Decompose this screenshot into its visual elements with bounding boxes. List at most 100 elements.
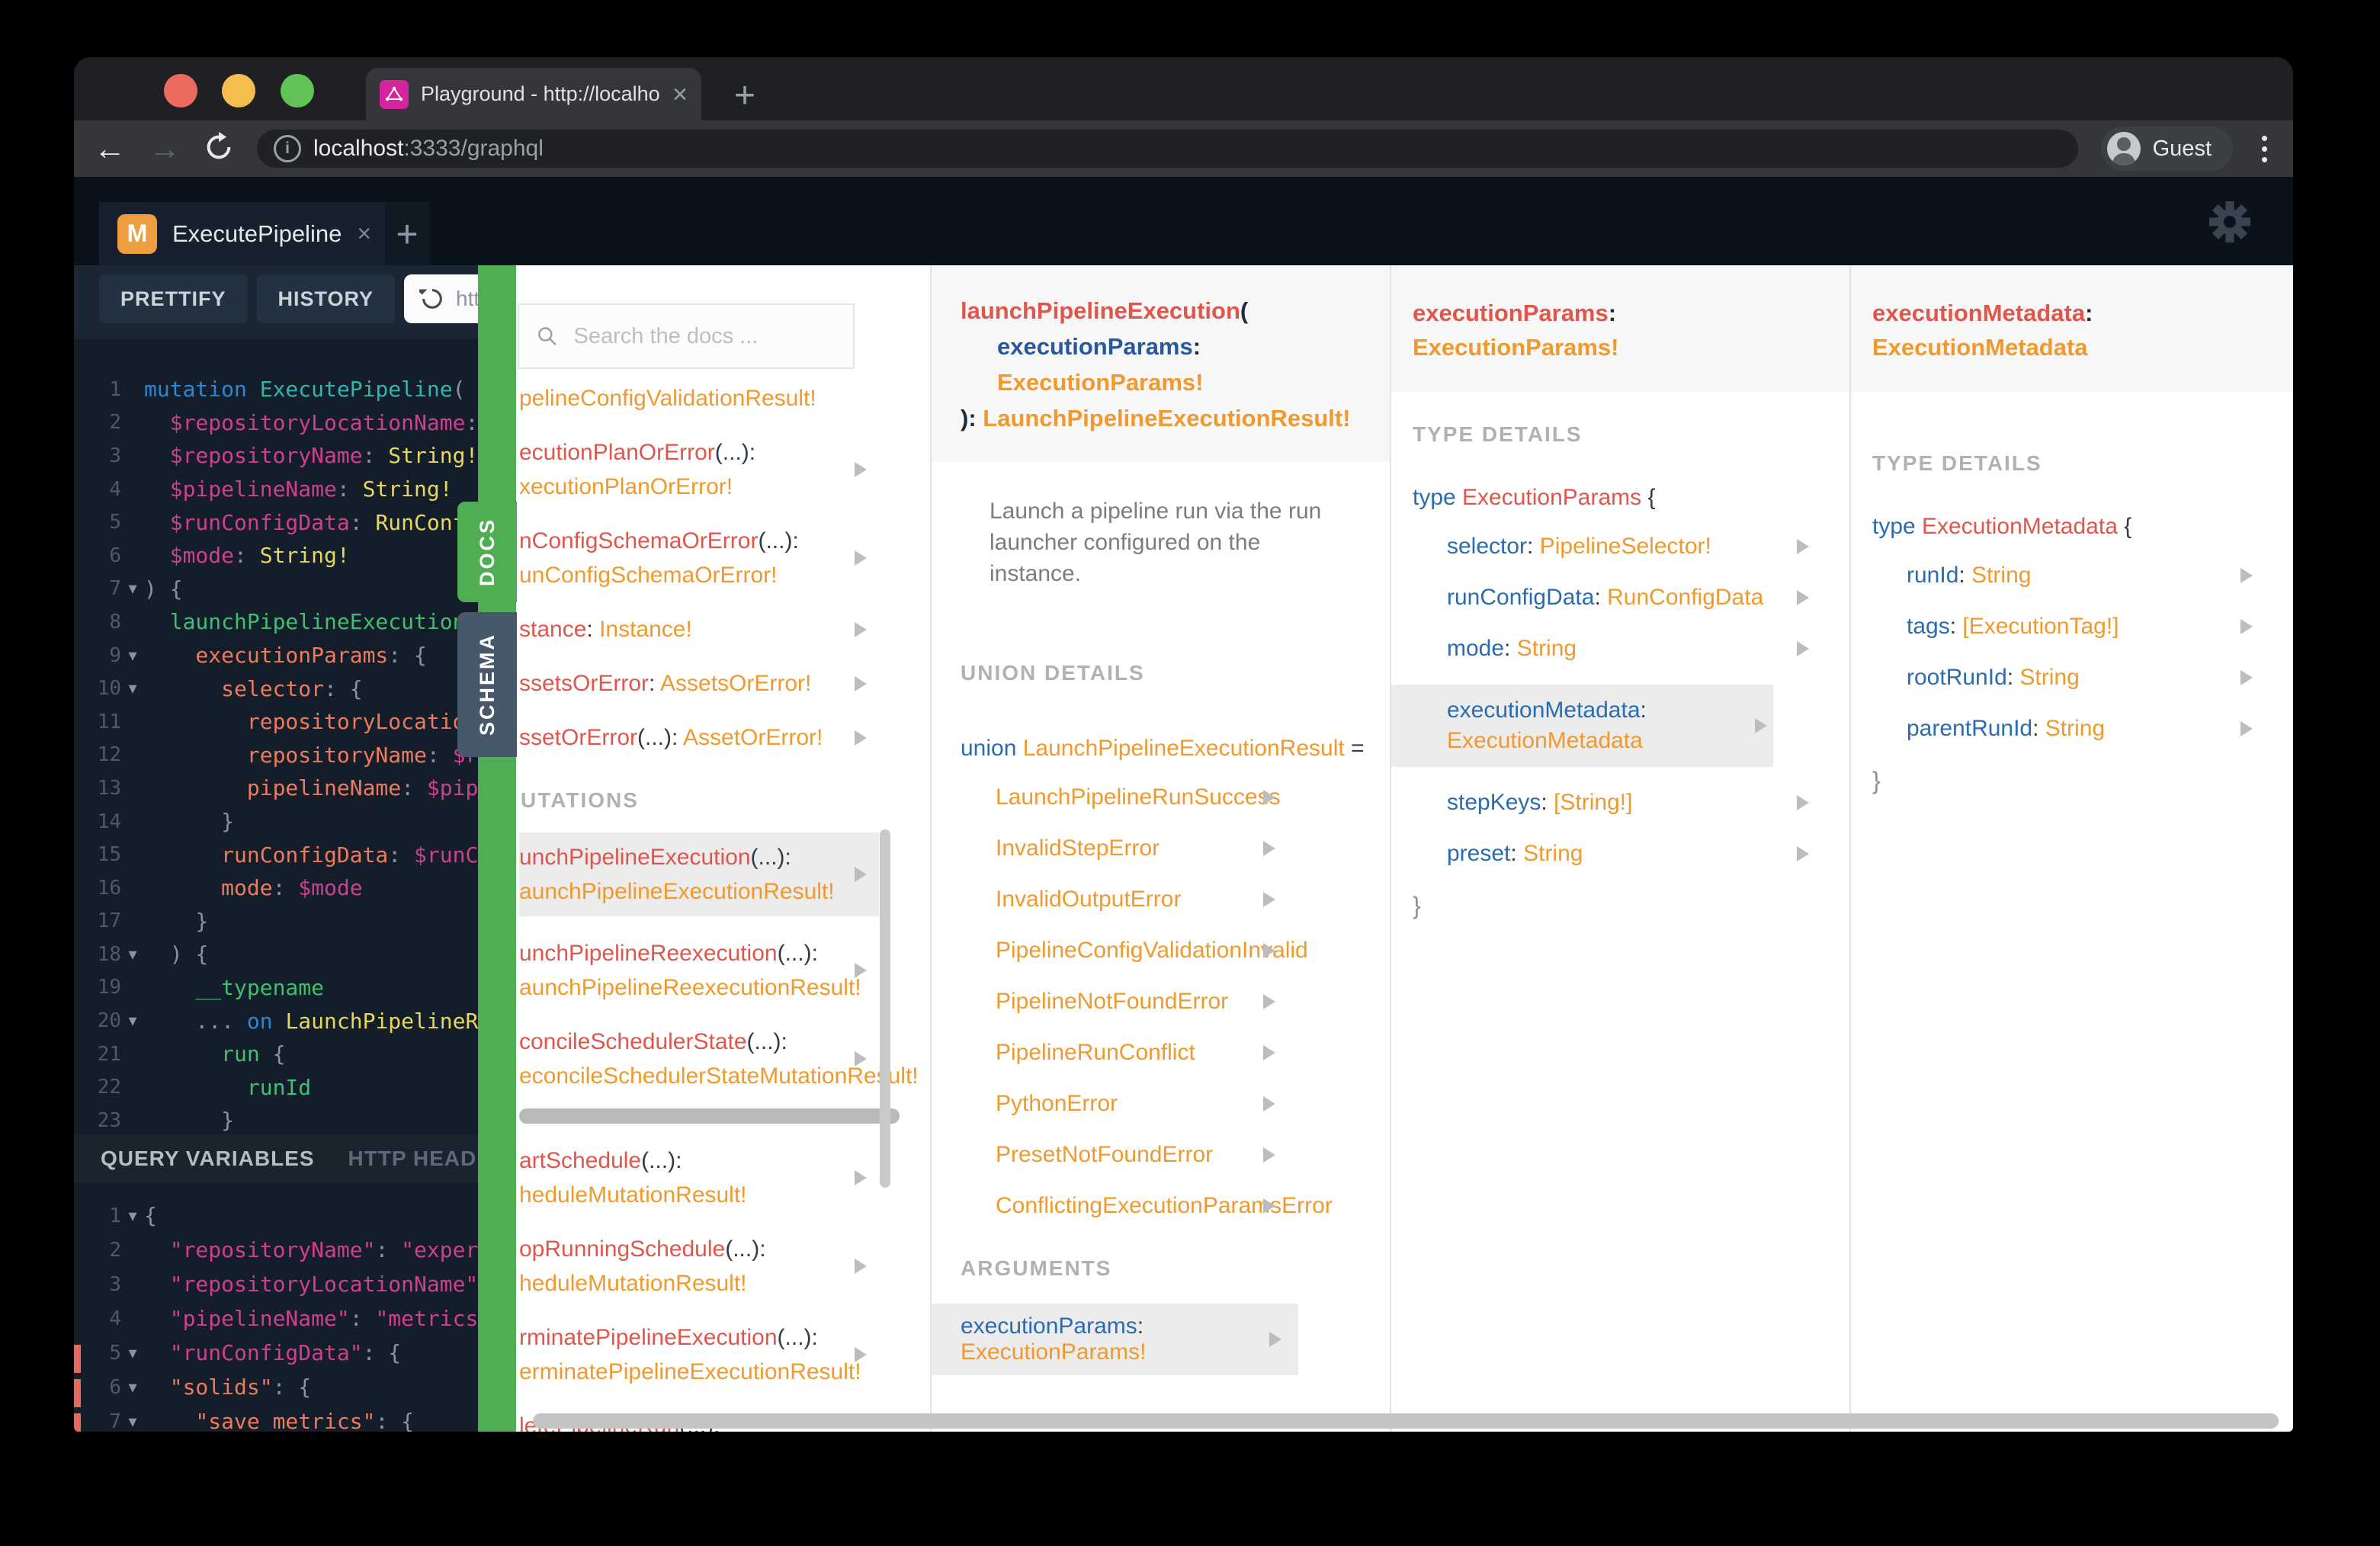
- doc-item[interactable]: ssetsOrError: AssetsOrError!: [519, 666, 879, 701]
- type-field[interactable]: selector: PipelineSelector!: [1447, 531, 1815, 562]
- union-member[interactable]: PythonError: [996, 1089, 1275, 1119]
- browser-tab[interactable]: Playground - http://localhost:3 ×: [366, 68, 701, 120]
- list-horizontal-scrollbar[interactable]: [519, 1108, 900, 1124]
- doc-item[interactable]: nConfigSchemaOrError(...): unConfigSchema…: [519, 524, 879, 592]
- expand-chevron-icon[interactable]: [855, 462, 867, 477]
- fold-arrow-icon[interactable]: ▾: [121, 646, 144, 666]
- expand-chevron-icon[interactable]: [1797, 846, 1809, 861]
- expand-chevron-icon[interactable]: [855, 550, 867, 566]
- expand-chevron-icon[interactable]: [2240, 568, 2253, 583]
- variables-editor[interactable]: 1▾{2 "repositoryName": "experiment3 "rep…: [74, 1183, 478, 1432]
- doc-item[interactable]: pelineConfigValidationResult!: [519, 381, 879, 415]
- playground-new-tab-button[interactable]: +: [385, 202, 429, 265]
- tab-query-variables[interactable]: QUERY VARIABLES: [101, 1147, 315, 1171]
- info-icon[interactable]: i: [274, 135, 301, 162]
- type-field[interactable]: executionMetadata: ExecutionMetadata: [1391, 685, 1773, 767]
- doc-item[interactable]: concileSchedulerState(...): econcileSched…: [519, 1025, 919, 1093]
- type-field[interactable]: preset: String: [1447, 839, 1815, 869]
- union-member[interactable]: ConflictingExecutionParamsError: [996, 1191, 1333, 1221]
- expand-chevron-icon[interactable]: [1263, 841, 1275, 856]
- union-member[interactable]: InvalidStepError: [996, 833, 1275, 864]
- profile-chip[interactable]: Guest: [2100, 127, 2233, 171]
- type-field[interactable]: parentRunId: String: [1907, 714, 2259, 744]
- expand-chevron-icon[interactable]: [2240, 619, 2253, 634]
- type-field[interactable]: stepKeys: [String!]: [1447, 787, 1815, 818]
- doc-item[interactable]: ssetOrError(...): AssetOrError!: [519, 720, 879, 755]
- settings-gear-icon[interactable]: [2209, 201, 2250, 246]
- expand-chevron-icon[interactable]: [855, 963, 867, 978]
- union-member[interactable]: PipelineRunConflict: [996, 1038, 1275, 1068]
- tab-http-headers[interactable]: HTTP HEADERS: [348, 1147, 478, 1171]
- close-window-button[interactable]: [164, 74, 197, 107]
- expand-chevron-icon[interactable]: [1797, 590, 1809, 605]
- tab-docs[interactable]: DOCS: [457, 502, 517, 602]
- expand-chevron-icon[interactable]: [1263, 1198, 1275, 1214]
- expand-chevron-icon[interactable]: [1263, 943, 1275, 958]
- maximize-window-button[interactable]: [281, 74, 314, 107]
- union-member[interactable]: LaunchPipelineRunSuccess: [996, 782, 1281, 813]
- new-tab-button[interactable]: +: [722, 72, 768, 118]
- doc-item[interactable]: stance: Instance!: [519, 612, 879, 646]
- fold-arrow-icon[interactable]: ▾: [121, 1206, 144, 1226]
- union-member[interactable]: PresetNotFoundError: [996, 1140, 1275, 1170]
- tab-schema[interactable]: SCHEMA: [457, 612, 517, 757]
- expand-chevron-icon[interactable]: [855, 1259, 867, 1274]
- fold-arrow-icon[interactable]: ▾: [121, 579, 144, 598]
- docs-horizontal-scrollbar[interactable]: [533, 1413, 2279, 1429]
- doc-item[interactable]: artSchedule(...): heduleMutationResult!: [519, 1143, 879, 1212]
- doc-item[interactable]: ecutionPlanOrError(...): xecutionPlanOrEr…: [519, 435, 879, 504]
- expand-chevron-icon[interactable]: [1797, 641, 1809, 656]
- expand-chevron-icon[interactable]: [855, 1170, 867, 1185]
- union-member[interactable]: PipelineNotFoundError: [996, 986, 1275, 1017]
- prettify-button[interactable]: PRETTIFY: [99, 274, 248, 323]
- fold-arrow-icon[interactable]: ▾: [121, 1011, 144, 1031]
- endpoint-input[interactable]: http://loc: [404, 274, 478, 323]
- union-member[interactable]: PipelineConfigValidationInvalid: [996, 935, 1308, 966]
- playground-tab[interactable]: M ExecutePipeline ×: [99, 202, 390, 265]
- expand-chevron-icon[interactable]: [1263, 790, 1275, 805]
- expand-chevron-icon[interactable]: [1269, 1332, 1281, 1347]
- doc-item[interactable]: unchPipelineExecution(...): aunchPipeline…: [519, 832, 879, 916]
- argument-row[interactable]: executionParams: ExecutionParams!: [932, 1304, 1298, 1375]
- expand-chevron-icon[interactable]: [2240, 670, 2253, 685]
- expand-chevron-icon[interactable]: [1263, 1096, 1275, 1111]
- expand-chevron-icon[interactable]: [1797, 795, 1809, 810]
- docs-search-box[interactable]: [518, 303, 855, 369]
- fold-arrow-icon[interactable]: ▾: [121, 1378, 144, 1397]
- doc-item[interactable]: unchPipelineReexecution(...): aunchPipeli…: [519, 936, 879, 1005]
- expand-chevron-icon[interactable]: [1263, 994, 1275, 1009]
- expand-chevron-icon[interactable]: [855, 1347, 867, 1362]
- doc-item[interactable]: opRunningSchedule(...): heduleMutationRes…: [519, 1232, 879, 1301]
- type-field[interactable]: tags: [ExecutionTag!]: [1907, 611, 2259, 642]
- expand-chevron-icon[interactable]: [1755, 718, 1767, 733]
- fold-arrow-icon[interactable]: ▾: [121, 1412, 144, 1432]
- type-field[interactable]: runId: String: [1907, 560, 2259, 591]
- doc-item[interactable]: rminatePipelineExecution(...): erminatePi…: [519, 1320, 879, 1389]
- union-member[interactable]: InvalidOutputError: [996, 884, 1275, 915]
- type-field[interactable]: rootRunId: String: [1907, 662, 2259, 693]
- expand-chevron-icon[interactable]: [1263, 892, 1275, 907]
- expand-chevron-icon[interactable]: [1797, 539, 1809, 554]
- back-icon[interactable]: ←: [94, 133, 126, 165]
- close-playground-tab-icon[interactable]: ×: [357, 220, 371, 248]
- history-button[interactable]: HISTORY: [256, 274, 396, 323]
- minimize-window-button[interactable]: [222, 74, 255, 107]
- expand-chevron-icon[interactable]: [855, 867, 867, 882]
- reload-icon[interactable]: [204, 131, 234, 166]
- address-bar[interactable]: i localhost:3333/graphql: [257, 130, 2078, 168]
- fold-arrow-icon[interactable]: ▾: [121, 678, 144, 698]
- expand-chevron-icon[interactable]: [855, 621, 867, 637]
- expand-chevron-icon[interactable]: [2240, 721, 2253, 736]
- expand-chevron-icon[interactable]: [855, 1051, 867, 1066]
- type-field[interactable]: runConfigData: RunConfigData: [1447, 582, 1815, 613]
- expand-chevron-icon[interactable]: [1263, 1147, 1275, 1163]
- fold-arrow-icon[interactable]: ▾: [121, 1343, 144, 1363]
- close-tab-icon[interactable]: ×: [672, 82, 688, 107]
- docs-search-input[interactable]: [572, 322, 836, 350]
- expand-chevron-icon[interactable]: [855, 730, 867, 746]
- query-editor[interactable]: 1 mutation ExecutePipeline(2 $repositoryL…: [74, 339, 478, 1134]
- browser-menu-icon[interactable]: [2256, 135, 2273, 162]
- docs-vertical-scrollbar[interactable]: [880, 829, 890, 1188]
- expand-chevron-icon[interactable]: [855, 675, 867, 691]
- type-field[interactable]: mode: String: [1447, 633, 1815, 664]
